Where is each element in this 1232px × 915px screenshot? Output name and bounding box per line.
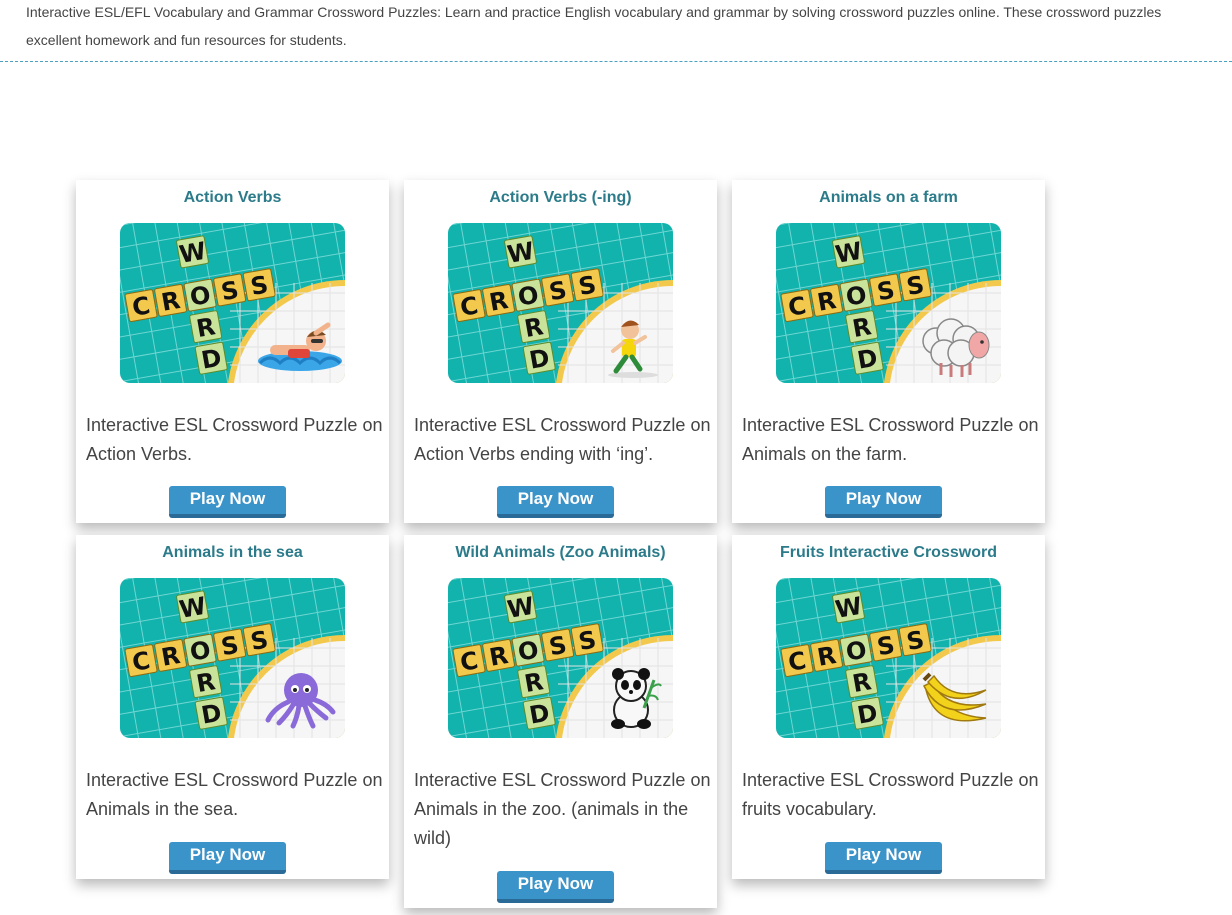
card-title[interactable]: Wild Animals (Zoo Animals) [404, 544, 717, 562]
desc-line: Interactive ESL Crossword Puzzle on [742, 415, 1039, 435]
card-title[interactable]: Action Verbs [76, 189, 389, 207]
play-now-button[interactable]: Play Now [169, 486, 286, 518]
card-title[interactable]: Animals on a farm [732, 189, 1045, 207]
desc-line: Interactive ESL Crossword Puzzle on [86, 415, 383, 435]
desc-line: Interactive ESL Crossword Puzzle on [742, 770, 1039, 790]
desc-line: Interactive ESL Crossword Puzzle on [414, 415, 711, 435]
puzzle-card-action-verbs: Action Verbs CROSSWRD Interactive ESL Cr… [76, 180, 389, 523]
desc-line: wild) [414, 828, 452, 848]
desc-line: Interactive ESL Crossword Puzzle on [86, 770, 383, 790]
octopus-icon [265, 673, 336, 729]
crossword-thumbnail[interactable]: CROSSWRD [776, 578, 1001, 738]
swimmer-icon [258, 322, 342, 371]
card-description: Interactive ESL Crossword Puzzle on Anim… [414, 766, 714, 853]
desc-line: Animals on the farm. [742, 444, 908, 464]
bananas-icon [922, 672, 987, 722]
intro-line-1: Interactive ESL/EFL Vocabulary and Gramm… [26, 4, 1162, 20]
play-now-button[interactable]: Play Now [825, 842, 942, 874]
puzzle-card-action-verbs-ing: Action Verbs (-ing) CROSSWRD Interactive… [404, 180, 717, 523]
card-description: Interactive ESL Crossword Puzzle on Anim… [86, 766, 386, 824]
desc-line: fruits vocabulary. [742, 799, 877, 819]
card-description: Interactive ESL Crossword Puzzle on Acti… [86, 411, 386, 469]
crossword-thumbnail[interactable]: CROSSWRD [120, 578, 345, 738]
dashed-divider [0, 61, 1232, 62]
desc-line: Animals in the sea. [86, 799, 239, 819]
puzzle-card-animals-sea: Animals in the sea CROSSWRD Interactive … [76, 535, 389, 879]
panda-icon [611, 668, 662, 729]
desc-line: Interactive ESL Crossword Puzzle on [414, 770, 711, 790]
puzzle-card-wild-animals: Wild Animals (Zoo Animals) CROSSWRD Inte… [404, 535, 717, 908]
puzzle-card-fruits: Fruits Interactive Crossword CROSSWRD In… [732, 535, 1045, 879]
play-now-button[interactable]: Play Now [169, 842, 286, 874]
sheep-icon [922, 318, 990, 377]
crossword-thumbnail[interactable]: CROSSWRD [448, 578, 673, 738]
desc-line: Action Verbs. [86, 444, 193, 464]
card-description: Interactive ESL Crossword Puzzle on Acti… [414, 411, 714, 469]
card-description: Interactive ESL Crossword Puzzle on Anim… [742, 411, 1042, 469]
crossword-thumbnail[interactable]: CROSSWRD [120, 223, 345, 383]
puzzle-card-animals-farm: Animals on a farm CROSSWRD Interactive E… [732, 180, 1045, 523]
desc-line: Action Verbs ending with ‘ing’. [414, 444, 654, 464]
crossword-thumbnail[interactable]: CROSSWRD [448, 223, 673, 383]
desc-line: Animals in the zoo. (animals in the [414, 799, 689, 819]
intro-line-2: excellent homework and fun resources for… [26, 32, 347, 48]
running-boy-icon [608, 320, 658, 378]
play-now-button[interactable]: Play Now [497, 871, 614, 903]
card-title[interactable]: Action Verbs (-ing) [404, 189, 717, 207]
card-title[interactable]: Animals in the sea [76, 544, 389, 562]
card-description: Interactive ESL Crossword Puzzle on frui… [742, 766, 1042, 824]
play-now-button[interactable]: Play Now [825, 486, 942, 518]
play-now-button[interactable]: Play Now [497, 486, 614, 518]
crossword-thumbnail[interactable]: CROSSWRD [776, 223, 1001, 383]
card-title[interactable]: Fruits Interactive Crossword [732, 544, 1045, 562]
